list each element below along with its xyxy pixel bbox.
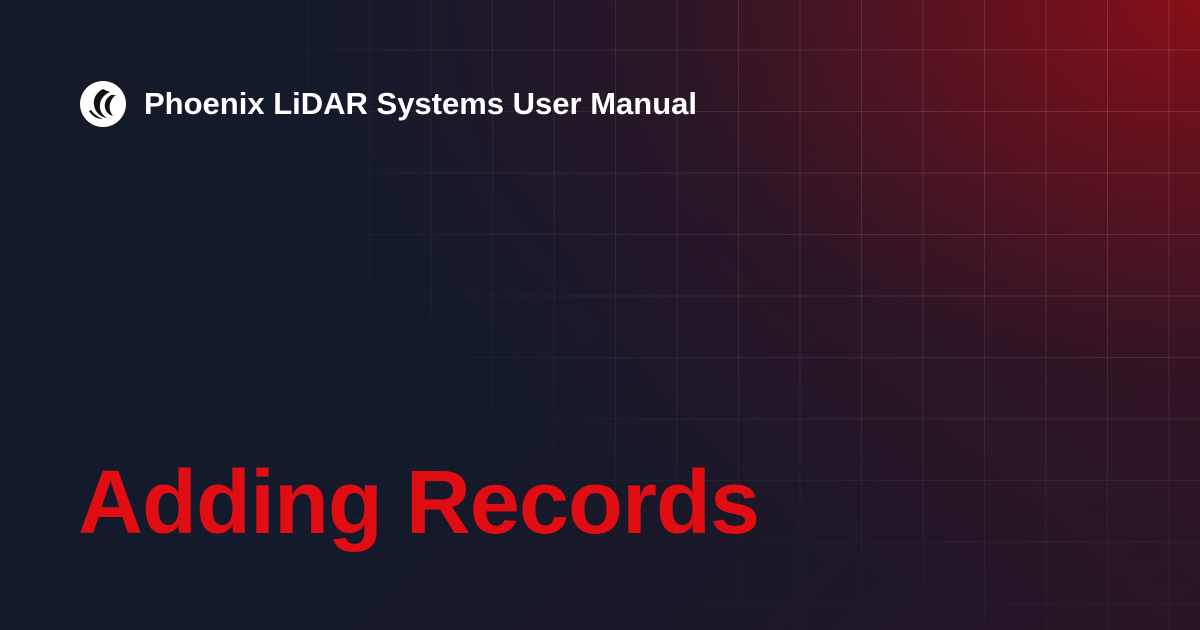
social-card: Phoenix LiDAR Systems User Manual Adding… bbox=[0, 0, 1200, 630]
phoenix-logo-icon bbox=[80, 81, 126, 127]
site-title: Phoenix LiDAR Systems User Manual bbox=[144, 86, 697, 121]
page-title: Adding Records bbox=[78, 453, 760, 553]
phoenix-glyph-icon bbox=[84, 85, 122, 123]
header: Phoenix LiDAR Systems User Manual bbox=[80, 80, 697, 128]
